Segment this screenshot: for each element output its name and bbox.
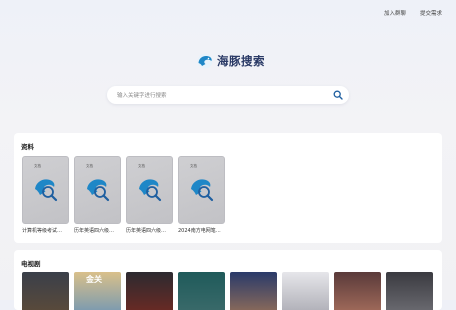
search-bar (107, 86, 349, 104)
doc-thumbnail: 文档 (74, 156, 121, 224)
tv-poster[interactable]: 金关 (74, 272, 121, 310)
dolphin-search-icon (139, 179, 162, 202)
tv-section: 电视剧 金关 (14, 250, 442, 310)
doc-badge: 文档 (34, 164, 41, 168)
doc-item[interactable]: 文档 历年英语四六级… (126, 156, 173, 234)
doc-badge: 文档 (138, 164, 145, 168)
dolphin-logo-icon (197, 53, 213, 69)
poster-text: 金关 (86, 275, 102, 284)
tv-poster[interactable] (282, 272, 329, 310)
tv-section-title: 电视剧 (21, 260, 41, 268)
join-group-link[interactable]: 加入群聊 (384, 9, 406, 17)
doc-badge: 文档 (190, 164, 197, 168)
site-logo[interactable]: 海豚搜索 (196, 50, 266, 72)
doc-item[interactable]: 文档 历年英语四六级… (74, 156, 121, 234)
tv-poster[interactable] (22, 272, 69, 310)
doc-thumbnail: 文档 (126, 156, 173, 224)
dolphin-search-icon (191, 179, 214, 202)
doc-item[interactable]: 文档 2024南方电网笔… (178, 156, 225, 234)
doc-title: 计算机等级考试… (22, 228, 63, 234)
tv-poster[interactable] (230, 272, 277, 310)
tv-poster[interactable] (386, 272, 433, 310)
search-input[interactable] (115, 89, 329, 103)
top-nav: 加入群聊 提交需求 (384, 9, 442, 17)
dolphin-search-icon (87, 179, 110, 202)
doc-title: 历年英语四六级… (126, 228, 167, 234)
tv-poster[interactable] (334, 272, 381, 310)
doc-title: 历年英语四六级… (74, 228, 115, 234)
submit-request-link[interactable]: 提交需求 (420, 9, 442, 17)
docs-section-title: 资料 (21, 143, 34, 151)
doc-title: 2024南方电网笔… (178, 228, 221, 234)
doc-badge: 文档 (86, 164, 93, 168)
logo-text: 海豚搜索 (217, 54, 265, 68)
doc-thumbnail: 文档 (22, 156, 69, 224)
docs-section: 资料 文档 计算机等级考试… 文档 历年英语四六级… 文档 历年英语四六级… 文… (14, 133, 442, 243)
tv-poster[interactable] (178, 272, 225, 310)
tv-poster[interactable] (126, 272, 173, 310)
dolphin-search-icon (35, 179, 58, 202)
search-icon[interactable] (333, 90, 343, 100)
doc-thumbnail: 文档 (178, 156, 225, 224)
doc-item[interactable]: 文档 计算机等级考试… (22, 156, 69, 234)
